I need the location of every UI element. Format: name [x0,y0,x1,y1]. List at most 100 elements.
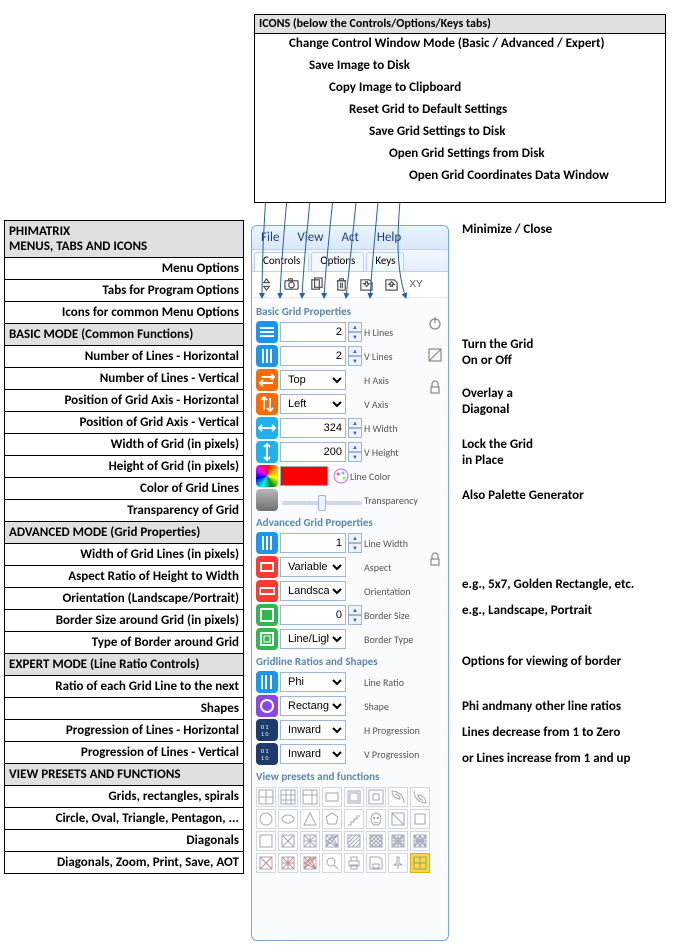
left-head-basic: BASIC MODE (Common Functions) [5,324,243,346]
printer-icon[interactable] [344,853,364,873]
left-row: Circle, Oval, Triangle, Pentagon, ... [5,808,243,830]
spin[interactable]: ▲▼ [348,533,362,553]
callout-open-coords: Open Grid Coordinates Data Window [409,168,609,183]
row-linecolor: Line Color [256,464,444,488]
note-aspect: e.g., 5x7, Golden Rectangle, etc. [462,577,634,592]
palette-icon[interactable] [330,465,352,487]
orientation-select[interactable]: Landscape [280,581,346,601]
preset-gridphi-icon[interactable] [300,787,320,807]
hlines-input[interactable] [280,322,346,342]
magnifier-icon[interactable] [322,853,342,873]
preset-spiral2-icon[interactable] [410,787,430,807]
preset-spiral-icon[interactable] [388,787,408,807]
menu-help[interactable]: Help [368,228,410,247]
vlines-input[interactable] [280,346,346,366]
spin[interactable]: ▲▼ [348,418,362,438]
linewidth-input[interactable] [280,533,346,553]
row-hprog: 0 11 0 Inward H Progression [256,718,444,742]
menubar: File View Act Help [252,226,448,250]
transparency-slider[interactable] [282,501,362,505]
vheight-icon [256,441,278,463]
hprog-select[interactable]: Inward [280,720,346,740]
left-row: Tabs for Program Options [5,280,243,302]
vheight-label: V Height [364,446,436,459]
preset-dense-icon[interactable] [388,831,408,851]
open-settings-icon[interactable] [380,274,402,296]
preset-stairs-icon[interactable] [344,809,364,829]
preset-oval-icon[interactable] [278,809,298,829]
menu-file[interactable]: File [252,228,288,247]
preset-dense2-icon[interactable] [410,831,430,851]
orientation-icon [256,580,278,602]
lineratio-select[interactable]: Phi [280,672,346,692]
transparency-icon [256,489,278,511]
vheight-input[interactable] [280,442,346,462]
spin[interactable]: ▲▼ [348,322,362,342]
preset-face-icon[interactable] [366,809,386,829]
preset-blank-icon[interactable] [410,809,430,829]
coords-window-icon[interactable]: XY [405,274,427,296]
save-settings-icon[interactable] [355,274,377,296]
menu-view[interactable]: View [288,228,332,247]
pin-icon[interactable] [388,853,408,873]
copy-icon[interactable] [305,274,327,296]
vprog-select[interactable]: Inward [280,744,346,764]
save-icon[interactable] [366,853,386,873]
left-row: Type of Border around Grid [5,632,243,654]
tab-controls[interactable]: Controls [254,252,309,271]
preset-grid3-icon[interactable] [278,787,298,807]
mode-toggle-icon[interactable] [255,274,277,296]
left-row: Width of Grid Lines (in pixels) [5,544,243,566]
left-row: Number of Lines - Horizontal [5,346,243,368]
spin[interactable]: ▲▼ [348,442,362,462]
preset-xfull-icon[interactable] [300,853,320,873]
lineratio-label: Line Ratio [364,676,436,689]
line-color-swatch[interactable] [280,466,328,486]
vaxis-select[interactable]: Left [280,394,346,414]
vaxis-icon [256,393,278,415]
preset-triangle-icon[interactable] [300,809,320,829]
linecolor-label: Line Color [350,470,440,483]
spin[interactable]: ▲▼ [348,605,362,625]
haxis-select[interactable]: Top [280,370,346,390]
preset-squares-icon[interactable] [366,787,386,807]
preset-hatch-icon[interactable] [344,831,364,851]
tab-keys[interactable]: Keys [366,252,404,271]
trash-icon[interactable] [330,274,352,296]
preset-xstar-icon[interactable] [278,853,298,873]
aspect-select[interactable]: Variable [280,557,346,577]
preset-rects-icon[interactable] [344,787,364,807]
preset-rect-icon[interactable] [322,787,342,807]
preset-x-icon[interactable] [278,831,298,851]
hwidth-input[interactable] [280,418,346,438]
shape-select[interactable]: Rectangle [280,696,346,716]
preset-square-icon[interactable] [256,831,276,851]
preset-xgrid-icon[interactable] [300,831,320,851]
row-haxis: Top H Axis [256,368,444,392]
menu-act[interactable]: Act [332,228,367,247]
power-icon[interactable] [426,314,444,332]
camera-icon[interactable] [280,274,302,296]
lock-icon[interactable] [426,550,444,568]
preset-pentagon-icon[interactable] [322,809,342,829]
preset-gradient-icon[interactable] [388,809,408,829]
preset-grid2x2-icon[interactable] [256,787,276,807]
bordersize-input[interactable] [280,605,346,625]
phi-grid-icon[interactable] [410,853,430,873]
preset-star-icon[interactable] [322,831,342,851]
tab-options[interactable]: Options [311,252,364,271]
hprog-label: H Progression [364,724,436,737]
preset-xcolor-icon[interactable] [256,853,276,873]
note-power-a: Turn the Grid [462,337,533,352]
preset-xhatch-icon[interactable] [366,831,386,851]
left-row: Number of Lines - Vertical [5,368,243,390]
linewidth-label: Line Width [364,537,436,550]
lock-icon[interactable] [426,378,444,396]
svg-text:1 0: 1 0 [261,730,268,738]
left-row: Diagonals [5,830,243,852]
preset-circle-icon[interactable] [256,809,276,829]
presets-grid [256,785,444,873]
diagonal-icon[interactable] [426,346,444,364]
spin[interactable]: ▲▼ [348,346,362,366]
bordertype-select[interactable]: Line/Light [280,629,346,649]
